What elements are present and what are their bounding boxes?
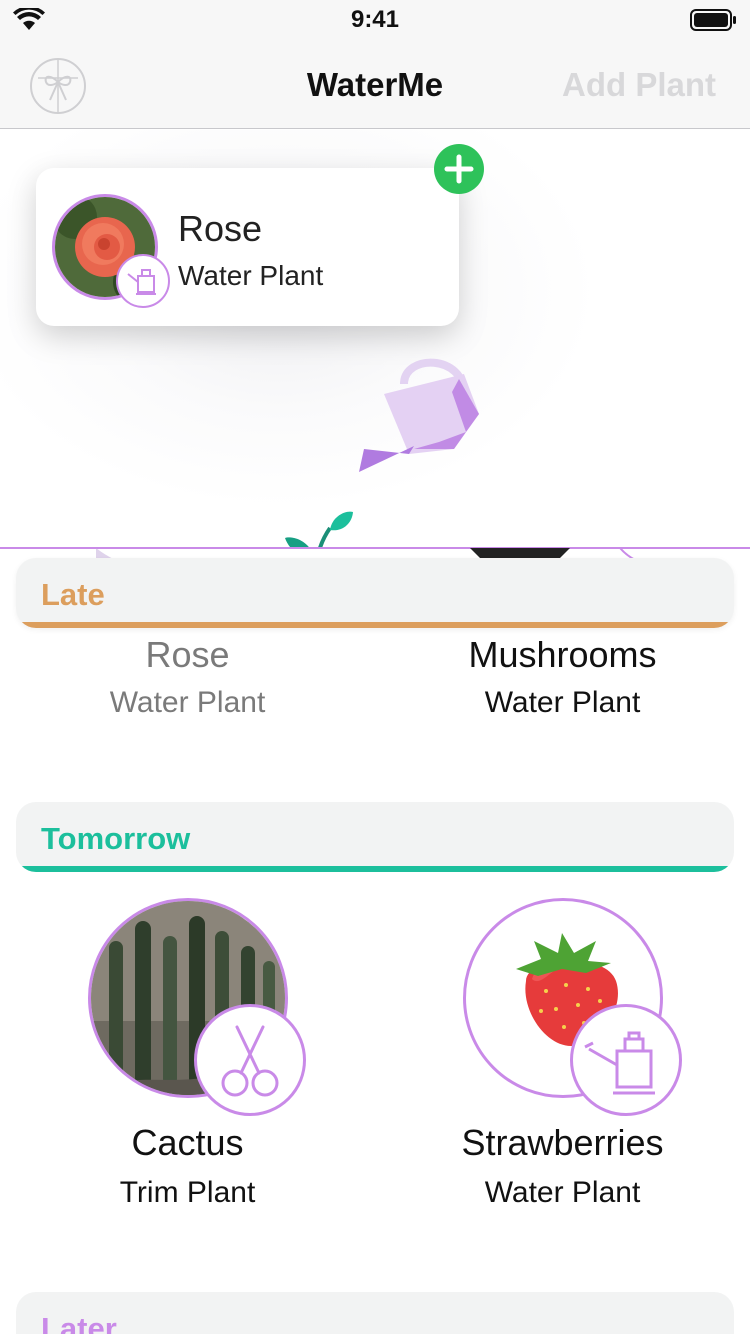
status-bar: 9:41 bbox=[0, 0, 750, 40]
drag-drop-zone[interactable]: Rose Water Plant bbox=[0, 130, 750, 549]
section-header-tomorrow: Tomorrow bbox=[16, 802, 734, 872]
section-title: Late bbox=[41, 577, 105, 612]
watering-can-badge bbox=[570, 1004, 682, 1116]
card-title: Rose bbox=[178, 208, 263, 249]
plus-icon bbox=[434, 144, 484, 194]
section-title: Later bbox=[41, 1311, 117, 1334]
section-underline bbox=[20, 866, 730, 872]
plant-name: Mushrooms bbox=[468, 634, 657, 675]
plant-action: Water Plant bbox=[109, 686, 266, 719]
dragged-plant-card[interactable]: Rose Water Plant bbox=[36, 168, 459, 326]
section-header-late: Late bbox=[16, 558, 734, 628]
section-underline bbox=[20, 622, 730, 628]
card-subtitle: Water Plant bbox=[178, 260, 324, 291]
add-plant-button[interactable]: Add Plant bbox=[562, 66, 716, 104]
watering-can-icon bbox=[584, 1031, 655, 1095]
scissors-badge bbox=[194, 1004, 306, 1116]
plant-action: Trim Plant bbox=[119, 1176, 256, 1209]
navigation-bar: WaterMe Add Plant bbox=[0, 40, 750, 129]
watering-can-badge bbox=[116, 254, 170, 308]
plant-action: Water Plant bbox=[484, 1176, 641, 1209]
potted-plant-illustration bbox=[285, 511, 353, 547]
section-title: Tomorrow bbox=[41, 821, 191, 856]
plant-name: Rose bbox=[145, 634, 230, 675]
section-header-later: Later bbox=[16, 1292, 734, 1334]
watering-can-icon bbox=[127, 269, 156, 295]
plant-name: Strawberries bbox=[461, 1122, 664, 1163]
status-time: 9:41 bbox=[350, 6, 400, 33]
plant-action: Water Plant bbox=[484, 686, 641, 719]
scissors-icon bbox=[221, 1025, 279, 1097]
battery-icon bbox=[690, 9, 736, 31]
watering-can-illustration bbox=[359, 358, 479, 472]
plant-name: Cactus bbox=[131, 1122, 244, 1163]
